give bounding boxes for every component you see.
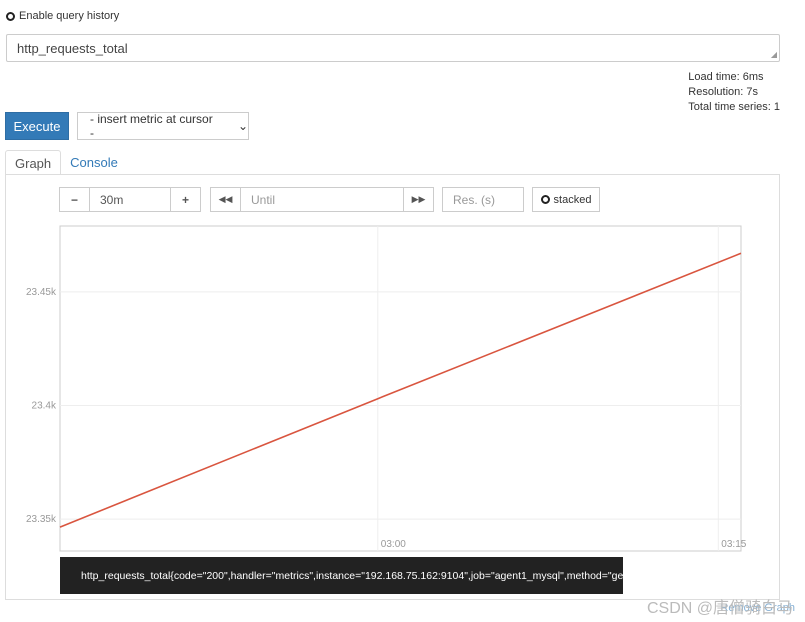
x-tick-label: 03:00: [381, 539, 406, 550]
legend: http_requests_total{code="200",handler="…: [60, 557, 633, 594]
watermark: CSDN @唐僧骑白马: [646, 600, 793, 617]
legend-series-label[interactable]: http_requests_total{code="200",handler="…: [81, 570, 633, 582]
x-tick-label: 03:15: [721, 539, 746, 550]
plot-area: [59, 225, 742, 552]
y-tick-label: 23.35k: [26, 514, 57, 525]
graph-chart: 23.35k 23.4k 23.45k 03:00 03:15: [26, 225, 747, 552]
y-tick-label: 23.4k: [32, 401, 57, 412]
y-tick-label: 23.45k: [26, 287, 57, 298]
series-line: [59, 252, 742, 528]
